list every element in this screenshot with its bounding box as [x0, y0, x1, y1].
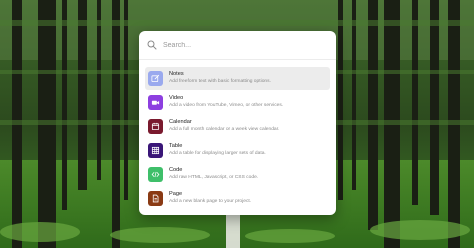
menu-item-description: Add raw HTML, Javascript, or CSS code. — [169, 174, 259, 180]
menu-item-calendar[interactable]: Calendar Add a full month calendar or a … — [145, 115, 330, 138]
insert-block-menu: Notes Add freeform text with basic forma… — [139, 31, 336, 215]
block-type-list: Notes Add freeform text with basic forma… — [139, 60, 336, 210]
menu-item-description: Add a full month calendar or a week view… — [169, 126, 280, 132]
menu-item-code[interactable]: Code Add raw HTML, Javascript, or CSS co… — [145, 163, 330, 186]
menu-item-title: Table — [169, 143, 183, 150]
menu-item-table[interactable]: Table Add a table for displaying larger … — [145, 139, 330, 162]
menu-item-title: Code — [169, 167, 183, 174]
menu-item-video[interactable]: Video Add a video from YouTube, Vimeo, o… — [145, 91, 330, 114]
search-icon — [147, 40, 157, 50]
video-camera-icon — [148, 95, 163, 110]
document-icon — [148, 191, 163, 206]
table-grid-icon — [148, 143, 163, 158]
menu-item-title: Page — [169, 191, 183, 198]
search-bar — [139, 31, 336, 60]
menu-item-description: Add a new blank page to your project. — [169, 198, 252, 204]
search-input[interactable] — [163, 41, 328, 49]
calendar-icon — [148, 119, 163, 134]
menu-item-title: Video — [169, 95, 184, 102]
menu-item-title: Notes — [169, 71, 184, 78]
menu-item-description: Add a table for displaying larger sets o… — [169, 150, 266, 156]
code-brackets-icon — [148, 167, 163, 182]
menu-item-description: Add a video from YouTube, Vimeo, or othe… — [169, 102, 284, 108]
menu-item-page[interactable]: Page Add a new blank page to your projec… — [145, 187, 330, 210]
pencil-square-icon — [148, 71, 163, 86]
menu-item-title: Calendar — [169, 119, 192, 126]
menu-item-notes[interactable]: Notes Add freeform text with basic forma… — [145, 67, 330, 90]
menu-item-description: Add freeform text with basic formatting … — [169, 78, 271, 84]
